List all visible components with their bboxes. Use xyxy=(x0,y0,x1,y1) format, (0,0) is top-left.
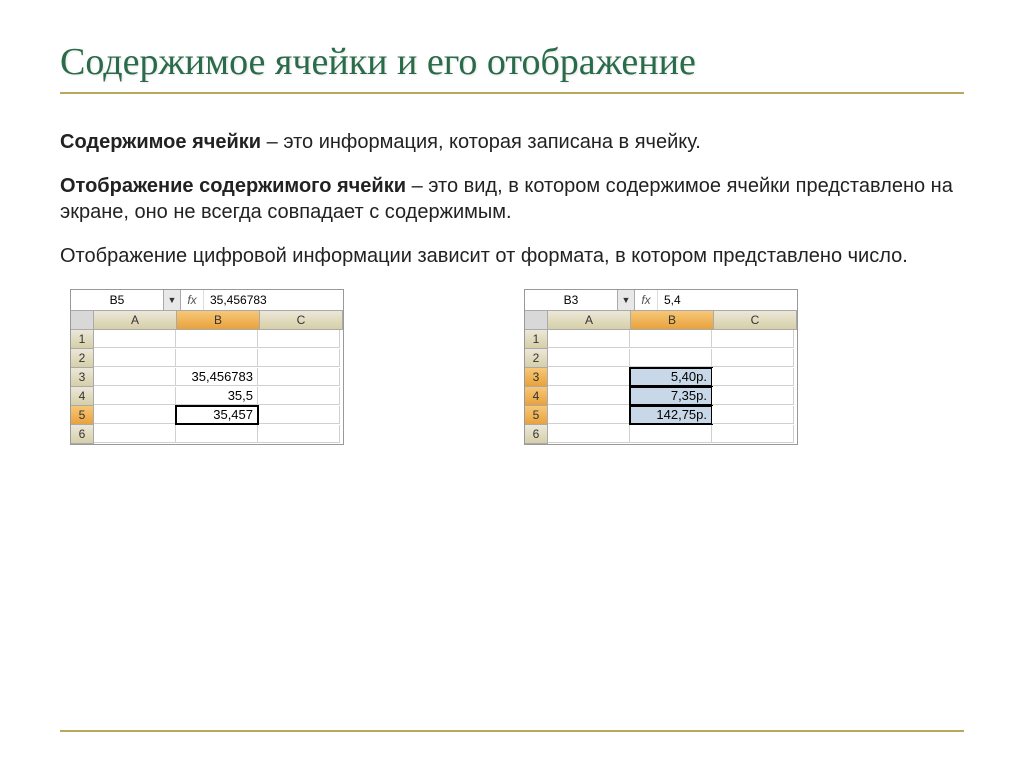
row-header[interactable]: 2 xyxy=(71,349,94,368)
term-2: Отображение содержимого ячейки xyxy=(60,175,406,197)
cell-c4[interactable] xyxy=(258,387,340,405)
col-header-a[interactable]: A xyxy=(548,311,631,330)
row-header[interactable]: 6 xyxy=(71,425,94,444)
def-1: – это информация, которая записана в яче… xyxy=(261,131,701,153)
row-header[interactable]: 5 xyxy=(525,406,548,425)
cell-b4[interactable]: 7,35р. xyxy=(630,387,712,405)
row-header[interactable]: 4 xyxy=(525,387,548,406)
cell-b6[interactable] xyxy=(630,425,712,443)
row-1: 1 xyxy=(525,330,797,349)
cell-b2[interactable] xyxy=(176,349,258,367)
col-header-a[interactable]: A xyxy=(94,311,177,330)
row-2: 2 xyxy=(525,349,797,368)
cell-c5[interactable] xyxy=(712,406,794,424)
cell-c1[interactable] xyxy=(712,330,794,348)
row-header[interactable]: 6 xyxy=(525,425,548,444)
cell-c1[interactable] xyxy=(258,330,340,348)
formula-bar[interactable]: 35,456783 xyxy=(204,290,343,310)
paragraph-1: Содержимое ячейки – это информация, кото… xyxy=(60,129,964,155)
slide: Содержимое ячейки и его отображение Соде… xyxy=(0,0,1024,767)
cell-b5[interactable]: 35,457 xyxy=(176,406,258,424)
grid: A B C 1 2 3 xyxy=(525,311,797,444)
row-4: 4 7,35р. xyxy=(525,387,797,406)
name-box[interactable]: B5 xyxy=(71,290,164,310)
cell-a5[interactable] xyxy=(548,406,630,424)
col-header-c[interactable]: C xyxy=(714,311,797,330)
cell-b1[interactable] xyxy=(630,330,712,348)
col-header-b[interactable]: B xyxy=(631,311,714,330)
cell-c3[interactable] xyxy=(712,368,794,386)
row-4: 4 35,5 xyxy=(71,387,343,406)
cell-c6[interactable] xyxy=(258,425,340,443)
cell-a5[interactable] xyxy=(94,406,176,424)
row-5: 5 142,75р. xyxy=(525,406,797,425)
cell-c4[interactable] xyxy=(712,387,794,405)
cell-b1[interactable] xyxy=(176,330,258,348)
row-6: 6 xyxy=(71,425,343,444)
paragraph-3: Отображение цифровой информации зависит … xyxy=(60,243,964,269)
spreadsheet-left: B5 ▼ fx 35,456783 A B C 1 xyxy=(70,289,344,445)
cell-c5[interactable] xyxy=(258,406,340,424)
row-2: 2 xyxy=(71,349,343,368)
spreadsheet-right: B3 ▼ fx 5,4 A B C 1 2 xyxy=(524,289,798,445)
name-box-dropdown-icon[interactable]: ▼ xyxy=(164,290,181,310)
term-1: Содержимое ячейки xyxy=(60,131,261,153)
name-box-dropdown-icon[interactable]: ▼ xyxy=(618,290,635,310)
cell-b2[interactable] xyxy=(630,349,712,367)
cell-a4[interactable] xyxy=(548,387,630,405)
cell-b3[interactable]: 35,456783 xyxy=(176,368,258,386)
column-headers: A B C xyxy=(525,311,797,330)
cell-a3[interactable] xyxy=(548,368,630,386)
footer-line xyxy=(60,730,964,732)
cell-a3[interactable] xyxy=(94,368,176,386)
select-all-corner[interactable] xyxy=(71,311,94,330)
row-3: 3 5,40р. xyxy=(525,368,797,387)
formula-bar[interactable]: 5,4 xyxy=(658,290,797,310)
cell-a1[interactable] xyxy=(94,330,176,348)
cell-b5[interactable]: 142,75р. xyxy=(630,406,712,424)
row-5: 5 35,457 xyxy=(71,406,343,425)
cell-a6[interactable] xyxy=(548,425,630,443)
cell-a1[interactable] xyxy=(548,330,630,348)
cell-b6[interactable] xyxy=(176,425,258,443)
row-header[interactable]: 1 xyxy=(525,330,548,349)
body-text: Содержимое ячейки – это информация, кото… xyxy=(60,129,964,269)
cell-a2[interactable] xyxy=(548,349,630,367)
formula-bar-row: B3 ▼ fx 5,4 xyxy=(525,290,797,311)
row-header[interactable]: 2 xyxy=(525,349,548,368)
name-box[interactable]: B3 xyxy=(525,290,618,310)
slide-title: Содержимое ячейки и его отображение xyxy=(60,40,964,84)
cell-c2[interactable] xyxy=(258,349,340,367)
row-6: 6 xyxy=(525,425,797,444)
cell-b3[interactable]: 5,40р. xyxy=(630,368,712,386)
column-headers: A B C xyxy=(71,311,343,330)
select-all-corner[interactable] xyxy=(525,311,548,330)
cell-b4[interactable]: 35,5 xyxy=(176,387,258,405)
title-underline xyxy=(60,92,964,94)
formula-bar-row: B5 ▼ fx 35,456783 xyxy=(71,290,343,311)
cell-c2[interactable] xyxy=(712,349,794,367)
row-header[interactable]: 1 xyxy=(71,330,94,349)
paragraph-2: Отображение содержимого ячейки – это вид… xyxy=(60,173,964,225)
cell-c3[interactable] xyxy=(258,368,340,386)
row-header[interactable]: 3 xyxy=(71,368,94,387)
row-header[interactable]: 5 xyxy=(71,406,94,425)
cell-a4[interactable] xyxy=(94,387,176,405)
row-header[interactable]: 3 xyxy=(525,368,548,387)
col-header-b[interactable]: B xyxy=(177,311,260,330)
grid: A B C 1 2 3 xyxy=(71,311,343,444)
cell-c6[interactable] xyxy=(712,425,794,443)
cell-a2[interactable] xyxy=(94,349,176,367)
col-header-c[interactable]: C xyxy=(260,311,343,330)
row-1: 1 xyxy=(71,330,343,349)
cell-a6[interactable] xyxy=(94,425,176,443)
row-3: 3 35,456783 xyxy=(71,368,343,387)
fx-icon[interactable]: fx xyxy=(181,290,204,310)
spreadsheet-examples: B5 ▼ fx 35,456783 A B C 1 xyxy=(60,289,964,445)
fx-icon[interactable]: fx xyxy=(635,290,658,310)
row-header[interactable]: 4 xyxy=(71,387,94,406)
